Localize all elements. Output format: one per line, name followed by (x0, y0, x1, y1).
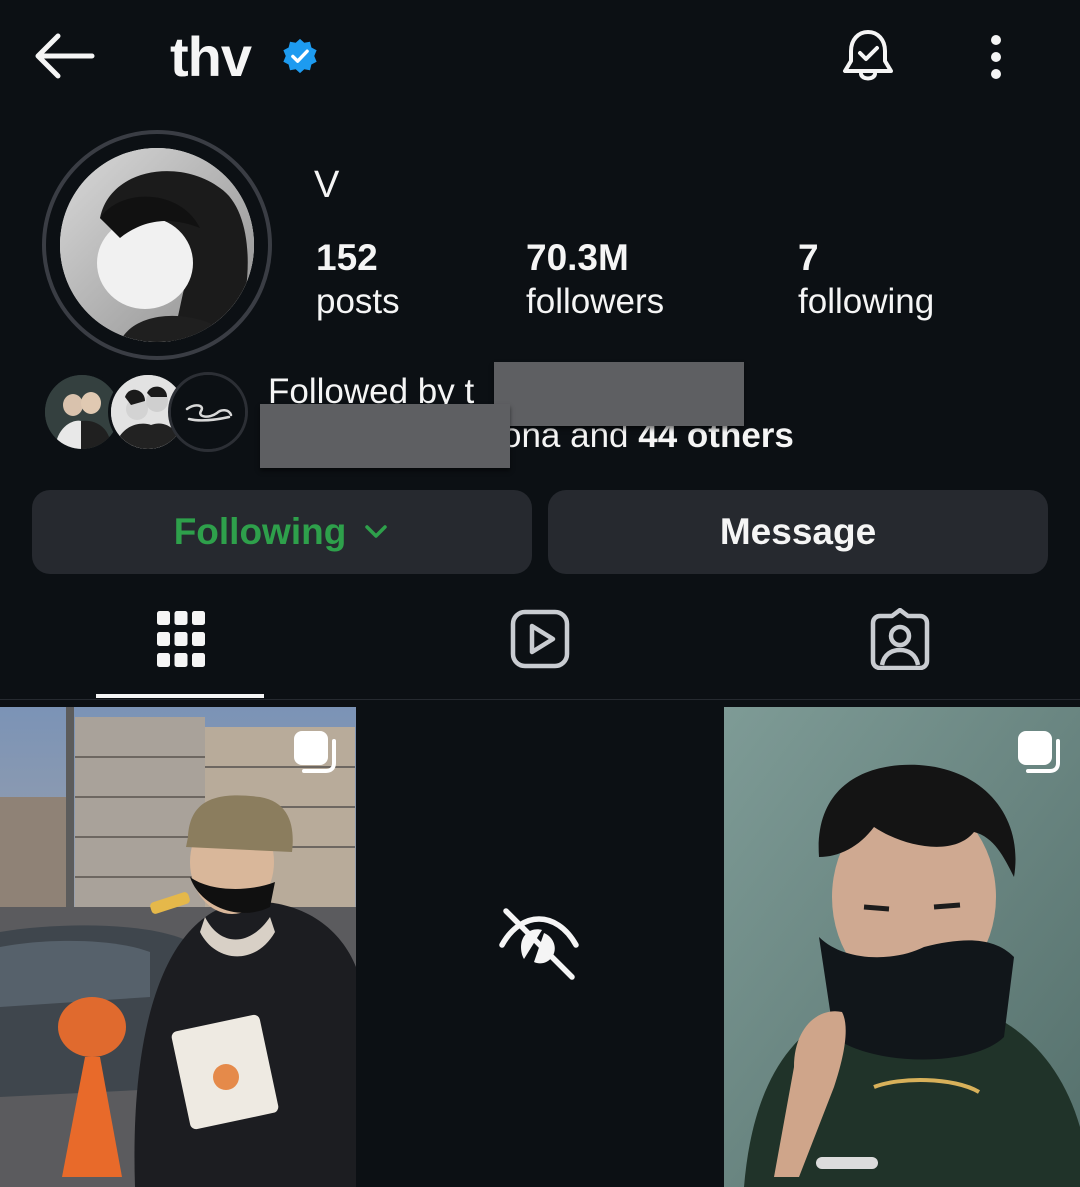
posts-stat[interactable]: 152 posts (316, 236, 400, 324)
mutual-follower-avatar[interactable] (168, 372, 248, 452)
tab-reels[interactable] (495, 604, 585, 674)
following-count: 7 (798, 237, 819, 278)
following-stat[interactable]: 7 following (798, 236, 934, 324)
redaction-box (260, 404, 510, 468)
message-button[interactable]: Message (548, 490, 1048, 574)
multiple-posts-icon (294, 731, 336, 773)
profile-display-name: V (314, 164, 340, 206)
verified-badge-icon (281, 37, 319, 75)
message-button-label: Message (719, 511, 877, 552)
following-label: following (798, 282, 935, 321)
eye-off-icon (499, 908, 579, 980)
back-button[interactable] (30, 28, 96, 84)
more-options-button[interactable] (976, 30, 1016, 84)
chevron-down-icon (365, 525, 388, 538)
back-arrow-icon (35, 33, 95, 79)
tab-tagged[interactable] (855, 604, 945, 674)
post-thumbnail[interactable] (724, 707, 1080, 1187)
multiple-posts-icon (1018, 731, 1060, 773)
profile-avatar[interactable] (60, 148, 254, 342)
followers-count: 70.3M (526, 237, 629, 278)
redaction-box (494, 362, 744, 426)
reels-icon (510, 609, 570, 669)
active-tab-indicator (96, 694, 264, 698)
followers-label: followers (526, 282, 665, 321)
posts-label: posts (316, 282, 400, 321)
hidden-post-thumbnail[interactable] (358, 707, 720, 1187)
grid-icon (157, 611, 205, 667)
post-thumbnail[interactable] (0, 707, 356, 1187)
tab-divider (0, 699, 1080, 700)
posts-count: 152 (316, 237, 378, 278)
following-button[interactable]: Following (32, 490, 532, 574)
notifications-button[interactable] (836, 24, 900, 88)
following-button-label: Following (173, 511, 347, 552)
profile-username: thv (170, 25, 252, 88)
tab-posts-grid[interactable] (136, 604, 226, 674)
more-options-icon (991, 35, 1001, 79)
tagged-person-icon (870, 608, 930, 670)
notification-bell-icon (843, 30, 893, 81)
followers-stat[interactable]: 70.3M followers (526, 236, 664, 324)
